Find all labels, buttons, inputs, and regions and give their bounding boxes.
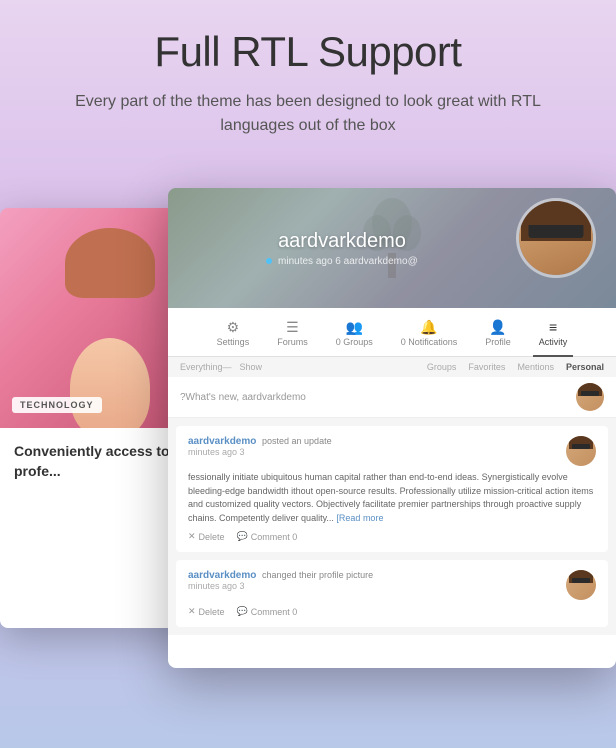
- whats-new-bar: ?What's new, aardvarkdemo: [168, 377, 616, 418]
- read-more-link[interactable]: [Read more: [336, 513, 383, 523]
- post1-header: aardvarkdemo posted an update minutes ag…: [188, 436, 596, 466]
- post1-delete[interactable]: ✕ Delete: [188, 531, 225, 542]
- forums-icon: ☰: [286, 320, 299, 334]
- activity-post-1: aardvarkdemo posted an update minutes ag…: [176, 426, 608, 552]
- post2-actions: ✕ Delete 💬 Comment 0: [188, 606, 596, 617]
- settings-icon: ⚙: [227, 320, 240, 334]
- nav-label-profile: Profile: [485, 337, 511, 347]
- technology-badge: TECHNOLOGY: [12, 397, 102, 413]
- post1-text: fessionally initiate ubiquitous human ca…: [188, 471, 596, 525]
- nav-label-notifications: 0 Notifications: [401, 337, 458, 347]
- comment-icon: 💬: [237, 531, 248, 542]
- screenshots-container: TECHNOLOGY Conveniently access to profe.…: [0, 168, 616, 688]
- profile-username: aardvarkdemo: [266, 230, 417, 253]
- profile-nav: ⚙ Settings ☰ Forums 👥 0 Groups 🔔 0 Notif…: [168, 308, 616, 357]
- notifications-icon: 🔔: [420, 320, 437, 334]
- profile-header: aardvarkdemo minutes ago 6 aardvarkdemo@: [168, 188, 616, 308]
- nav-label-settings: Settings: [217, 337, 250, 347]
- post2-comment-icon: 💬: [237, 606, 248, 617]
- nav-item-settings[interactable]: ⚙ Settings: [211, 316, 256, 357]
- filter-groups[interactable]: Groups: [427, 362, 457, 372]
- header-section: Full RTL Support Every part of the theme…: [0, 0, 616, 158]
- post2-author[interactable]: aardvarkdemo: [188, 570, 256, 581]
- profile-avatar: [516, 198, 596, 278]
- nav-item-forums[interactable]: ☰ Forums: [271, 316, 314, 357]
- browser-mockup: aardvarkdemo minutes ago 6 aardvarkdemo@…: [168, 188, 616, 668]
- activity-icon: ≡: [549, 320, 557, 334]
- post2-time: minutes ago 3: [188, 581, 373, 591]
- post1-author[interactable]: aardvarkdemo: [188, 436, 256, 447]
- profile-info: aardvarkdemo minutes ago 6 aardvarkdemo@: [266, 230, 517, 267]
- groups-icon: 👥: [346, 320, 363, 334]
- post1-comment[interactable]: 💬 Comment 0: [237, 531, 298, 542]
- filter-favorites[interactable]: Favorites: [468, 362, 505, 372]
- post2-delete[interactable]: ✕ Delete: [188, 606, 225, 617]
- filter-mentions[interactable]: Mentions: [517, 362, 554, 372]
- filter-everything[interactable]: Everything—: [180, 362, 232, 372]
- activity-post-2: aardvarkdemo changed their profile pictu…: [176, 560, 608, 627]
- post2-action: changed their profile picture: [262, 570, 373, 580]
- post2-delete-icon: ✕: [188, 606, 196, 617]
- activity-content: ?What's new, aardvarkdemo aardvarkdemo p…: [168, 377, 616, 635]
- filter-bar: Everything— Show Groups Favorites Mentio…: [168, 357, 616, 377]
- delete-icon: ✕: [188, 531, 196, 542]
- nav-item-activity[interactable]: ≡ Activity: [533, 316, 574, 357]
- profile-icon: 👤: [489, 320, 506, 334]
- nav-label-activity: Activity: [539, 337, 568, 347]
- nav-item-profile[interactable]: 👤 Profile: [479, 316, 517, 357]
- online-indicator: [266, 258, 272, 264]
- nav-label-forums: Forums: [277, 337, 308, 347]
- whats-new-text: ?What's new, aardvarkdemo: [180, 392, 306, 403]
- post1-action: posted an update: [262, 436, 332, 446]
- post1-avatar: [566, 436, 596, 466]
- post2-header: aardvarkdemo changed their profile pictu…: [188, 570, 596, 600]
- post2-comment[interactable]: 💬 Comment 0: [237, 606, 298, 617]
- nav-item-groups[interactable]: 👥 0 Groups: [330, 316, 379, 357]
- post1-time: minutes ago 3: [188, 447, 332, 457]
- profile-meta: minutes ago 6 aardvarkdemo@: [266, 256, 417, 267]
- post1-actions: ✕ Delete 💬 Comment 0: [188, 531, 596, 542]
- main-title: Full RTL Support: [60, 28, 556, 76]
- filter-show[interactable]: Show: [240, 362, 263, 372]
- nav-label-groups: 0 Groups: [336, 337, 373, 347]
- post2-avatar: [566, 570, 596, 600]
- subtitle: Every part of the theme has been designe…: [60, 90, 556, 138]
- whats-new-avatar: [576, 383, 604, 411]
- filter-personal[interactable]: Personal: [566, 362, 604, 372]
- nav-item-notifications[interactable]: 🔔 0 Notifications: [395, 316, 464, 357]
